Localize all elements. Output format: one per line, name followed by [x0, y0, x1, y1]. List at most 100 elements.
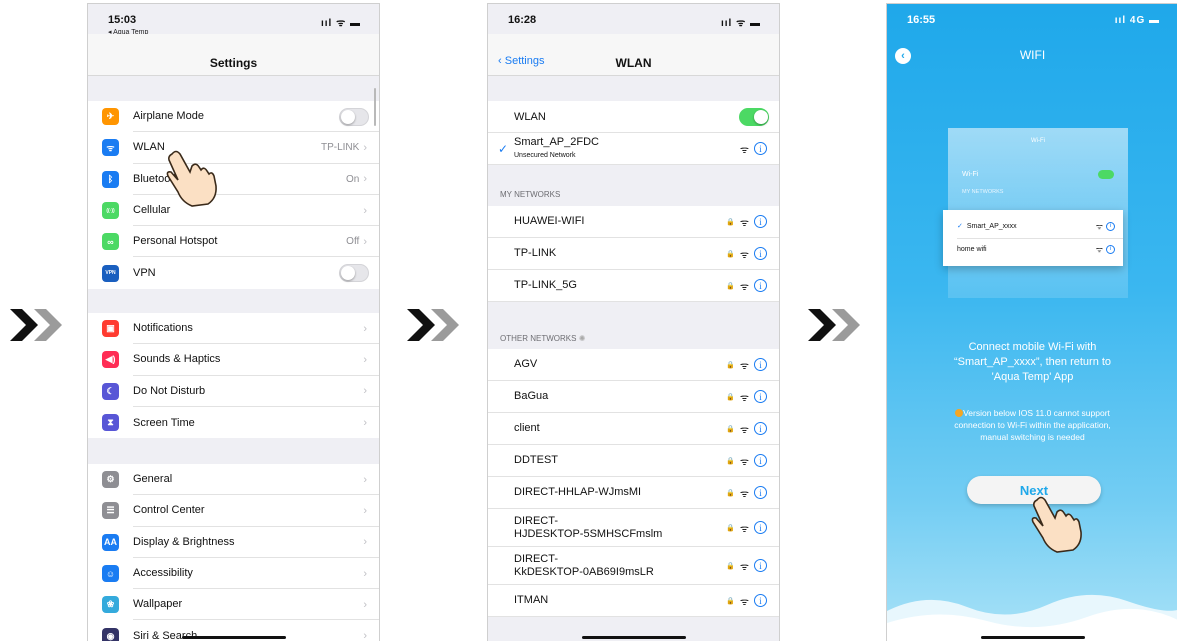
- home-indicator[interactable]: [980, 636, 1085, 639]
- network-row[interactable]: HUAWEI-WIFI 🔒 ᯤ i: [488, 206, 779, 238]
- scroll-indicator[interactable]: [374, 88, 376, 126]
- mini-nav-title: Wi-Fi: [1031, 138, 1045, 144]
- info-icon: i: [1106, 221, 1115, 231]
- clock: 16:28: [508, 14, 537, 26]
- settings-row[interactable]: VPN VPN: [88, 257, 379, 288]
- network-row[interactable]: DDTEST 🔒 ᯤ i: [488, 445, 779, 477]
- wave-decoration: [887, 594, 1177, 641]
- network-row[interactable]: AGV 🔒 ᯤ i: [488, 349, 779, 381]
- settings-row[interactable]: ᯤ WLAN TP-LINK ›: [88, 132, 379, 164]
- info-icon[interactable]: i: [754, 486, 767, 499]
- display-icon: AA: [102, 533, 119, 551]
- settings-row[interactable]: ᛒ Bluetooth On ›: [88, 164, 379, 195]
- mini-networks-header: MY NETWORKS: [962, 189, 1004, 195]
- info-icon[interactable]: i: [754, 521, 767, 534]
- network-name: DDTEST: [514, 454, 558, 466]
- ios-version-note: Version below IOS 11.0 cannot support co…: [954, 408, 1111, 442]
- network-name: client: [514, 422, 540, 434]
- other-networks-header: OTHER NETWORKS ✺: [500, 334, 586, 343]
- info-icon[interactable]: i: [754, 358, 767, 371]
- home-indicator[interactable]: [181, 636, 286, 639]
- settings-row-label: Notifications: [133, 313, 379, 345]
- network-name: DIRECT- KkDESKTOP-0AB69I9msLR: [514, 552, 654, 578]
- lock-icon: 🔒: [726, 282, 735, 290]
- network-row[interactable]: TP-LINK_5G 🔒 ᯤ i: [488, 270, 779, 302]
- sound-icon: ◀): [102, 351, 119, 369]
- signal-icons: ııl ᯤ ▬: [320, 18, 361, 29]
- home-indicator[interactable]: [581, 636, 686, 639]
- chevron-right-icon: ›: [363, 204, 367, 217]
- settings-group-general: ⚙ General › ☰ Control Center › AA Display & Bri…: [88, 464, 379, 641]
- wifi-icon: ᯤ: [739, 488, 749, 500]
- info-icon: i: [1106, 244, 1115, 254]
- accessibility-icon: ☺: [102, 565, 119, 583]
- settings-row[interactable]: ☺ Accessibility ›: [88, 558, 379, 590]
- notifications-icon: ▣: [102, 320, 119, 338]
- settings-screen: 15:03 ◂ Aqua Temp ııl ᯤ ▬ Settings ✈ Airp…: [87, 3, 380, 641]
- network-row[interactable]: client 🔒 ᯤ i: [488, 413, 779, 445]
- network-name: TP-LINK: [514, 247, 557, 259]
- settings-row[interactable]: ((·)) Cellular ›: [88, 195, 379, 227]
- nav-bar: ‹ Settings WLAN: [488, 34, 779, 76]
- network-row[interactable]: DIRECT- KkDESKTOP-0AB69I9msLR 🔒 ᯤ i: [488, 547, 779, 585]
- network-row[interactable]: ITMAN 🔒 ᯤ i: [488, 585, 779, 617]
- info-icon[interactable]: i: [754, 390, 767, 403]
- settings-row[interactable]: ▣ Notifications ›: [88, 313, 379, 345]
- settings-row[interactable]: ⚙ General ›: [88, 464, 379, 496]
- wlan-toggle[interactable]: [739, 108, 769, 126]
- info-icon[interactable]: i: [754, 559, 767, 572]
- status-bar: 16:28 ııl ᯤ ▬: [488, 4, 779, 34]
- wifi-guide-screen: 16:55 ııl 4G ▬ ‹ WIFI Wi-Fi Wi-Fi MY NET…: [886, 3, 1177, 641]
- hotspot-icon: ∞: [102, 233, 119, 251]
- settings-row-value: ›: [359, 558, 367, 589]
- info-icon[interactable]: i: [754, 594, 767, 607]
- network-row[interactable]: TP-LINK 🔒 ᯤ i: [488, 238, 779, 270]
- settings-row-value: ›: [359, 376, 367, 407]
- connected-network-row[interactable]: ✓ Smart_AP_2FDC Unsecured Network ᯤi: [488, 133, 779, 165]
- lock-icon: 🔒: [726, 218, 735, 226]
- settings-row-value: ›: [359, 620, 367, 641]
- settings-row[interactable]: ✈ Airplane Mode: [88, 101, 379, 133]
- signal-icons: ııl 4G ▬: [1114, 15, 1160, 26]
- network-name: AGV: [514, 358, 538, 370]
- vpn-icon: VPN: [102, 264, 119, 282]
- info-icon[interactable]: i: [754, 247, 767, 260]
- settings-group-notifications: ▣ Notifications › ◀) Sounds & Haptics › ☾ Do No…: [88, 313, 379, 439]
- lock-icon: 🔒: [726, 524, 735, 532]
- settings-row-value: TP-LINK ›: [320, 141, 367, 154]
- toggle-switch[interactable]: [339, 264, 369, 283]
- wifi-icon: ᯤ: [739, 281, 749, 293]
- settings-row[interactable]: ☰ Control Center ›: [88, 495, 379, 527]
- clock: 16:55: [907, 14, 936, 26]
- clock: 15:03: [108, 14, 137, 26]
- info-icon[interactable]: i: [754, 279, 767, 292]
- settings-row-label: Personal Hotspot: [133, 226, 379, 258]
- toggle-switch[interactable]: [339, 108, 369, 126]
- network-row[interactable]: DIRECT-HHLAP-WJmsMI 🔒 ᯤ i: [488, 477, 779, 509]
- cellular-icon: ((·)): [102, 202, 119, 220]
- signal-icons: ııl ᯤ ▬: [720, 18, 761, 29]
- wifi-icon: ᯤ: [739, 456, 749, 468]
- wifi-icon: ᯤ: [739, 392, 749, 404]
- info-icon[interactable]: i: [754, 454, 767, 467]
- wifi-icon: ᯤ: [739, 217, 749, 229]
- page-title: WIFI: [1019, 48, 1046, 62]
- bluetooth-icon: ᛒ: [102, 170, 119, 188]
- lock-icon: 🔒: [726, 250, 735, 258]
- network-row[interactable]: DIRECT- HJDESKTOP-5SMHSCFmslm 🔒 ᯤ i: [488, 509, 779, 547]
- info-icon[interactable]: i: [754, 422, 767, 435]
- wlan-toggle-row[interactable]: WLAN: [488, 101, 779, 133]
- settings-row[interactable]: ◀) Sounds & Haptics ›: [88, 344, 379, 376]
- settings-row[interactable]: ❀ Wallpaper ›: [88, 589, 379, 621]
- mini-network-card: ✓ Smart_AP_xxxx ᯤi home wifi ᯤi: [943, 210, 1123, 266]
- wlan-screen: 16:28 ııl ᯤ ▬ ‹ Settings WLAN WLAN ✓ Sma…: [487, 3, 780, 641]
- settings-row[interactable]: AA Display & Brightness ›: [88, 527, 379, 558]
- settings-row[interactable]: ⧗ Screen Time ›: [88, 407, 379, 438]
- settings-row-value: ›: [359, 195, 367, 226]
- info-icon[interactable]: i: [754, 215, 767, 228]
- info-icon[interactable]: i: [754, 142, 767, 155]
- settings-row[interactable]: ☾ Do Not Disturb ›: [88, 376, 379, 407]
- settings-row-value: ›: [359, 527, 367, 558]
- settings-row[interactable]: ∞ Personal Hotspot Off ›: [88, 226, 379, 258]
- network-row[interactable]: BaGua 🔒 ᯤ i: [488, 381, 779, 413]
